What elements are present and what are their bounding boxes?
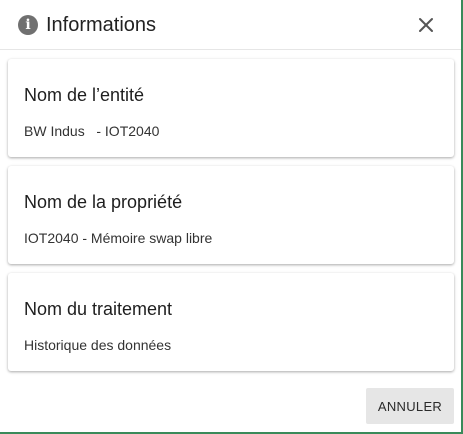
entity-card-value: BW Indus - IOT2040: [24, 123, 160, 139]
cancel-button[interactable]: ANNULER: [366, 388, 454, 424]
processing-card: Nom du traitement Historique des données: [8, 273, 454, 371]
close-button[interactable]: [413, 12, 439, 38]
processing-card-value: Historique des données: [24, 337, 172, 353]
property-card-value: IOT2040 - Mémoire swap libre: [24, 230, 213, 246]
entity-card-title: Nom de l’entité: [24, 85, 145, 105]
close-icon: [419, 18, 433, 32]
entity-card: Nom de l’entité BW Indus - IOT2040: [8, 59, 454, 157]
info-icon: i: [18, 15, 38, 35]
dialog-content: Nom de l’entité BW Indus - IOT2040 Nom d…: [0, 50, 461, 380]
dialog-header: i Informations: [0, 0, 461, 50]
property-card: Nom de la propriété IOT2040 - Mémoire sw…: [8, 166, 454, 264]
information-dialog: i Informations Nom de l’entité BW Indus …: [0, 0, 463, 434]
processing-card-title: Nom du traitement: [24, 299, 173, 319]
property-card-title: Nom de la propriété: [24, 192, 183, 212]
dialog-title: Informations: [46, 14, 157, 36]
